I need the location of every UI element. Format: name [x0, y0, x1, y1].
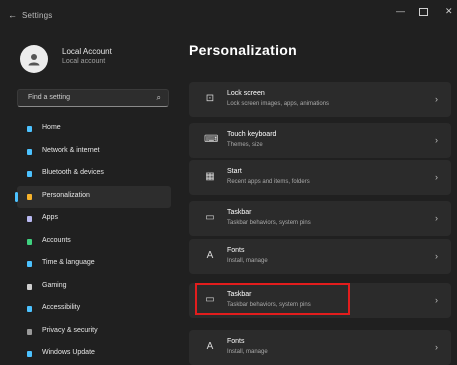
settings-card[interactable]: ⊡ Lock screen Lock screen images, apps, an… [189, 82, 451, 117]
fonts-icon: A [206, 341, 214, 352]
sidebar-item[interactable]: Time & language [17, 253, 171, 275]
sidebar-item-label: Time & language [42, 259, 95, 266]
card-subtitle: Taskbar behaviors, system pins [227, 220, 311, 226]
sidebar-item[interactable]: Network & internet [17, 141, 171, 163]
maximize-icon[interactable] [419, 8, 428, 16]
sidebar-item-icon [27, 351, 32, 357]
user-icon [28, 54, 40, 66]
card-subtitle: Themes, size [227, 142, 263, 148]
sidebar-item[interactable]: Accounts [17, 231, 171, 253]
sidebar-item-label: Personalization [42, 191, 90, 199]
search-input[interactable]: Find a setting ⌕ [17, 89, 169, 107]
close-icon[interactable]: ✕ [445, 6, 453, 16]
chevron-right-icon: › [435, 295, 438, 305]
card-title: Touch keyboard [227, 131, 277, 138]
fonts-icon: A [206, 250, 214, 261]
chevron-right-icon: › [435, 94, 438, 104]
profile-email: Local account [62, 58, 106, 65]
app-title: Settings [22, 11, 53, 20]
sidebar-item-label: Apps [42, 214, 58, 221]
settings-card[interactable]: A Fonts Install, manage › [189, 239, 451, 274]
sidebar-item-icon [27, 306, 32, 312]
sidebar-item-icon [27, 261, 32, 267]
settings-card[interactable]: ▦ Start Recent apps and items, folders › [189, 160, 451, 195]
card-title: Start [227, 168, 242, 175]
lock-screen-icon: ⊡ [205, 93, 215, 104]
sidebar-item-label: Home [42, 124, 61, 131]
search-placeholder: Find a setting [28, 94, 71, 101]
sidebar-item-label: Windows Update [42, 349, 95, 356]
chevron-right-icon: › [435, 135, 438, 145]
chevron-right-icon: › [435, 172, 438, 182]
card-title: Taskbar [227, 209, 252, 216]
sidebar-item-icon [27, 216, 32, 222]
chevron-right-icon: › [435, 251, 438, 261]
title-bar: ← Settings — ✕ [0, 0, 457, 30]
taskbar-icon: ▭ [205, 212, 215, 223]
sidebar-item[interactable]: Personalization [15, 185, 171, 208]
sidebar-item[interactable]: Apps [17, 208, 171, 230]
sidebar-item-label: Accounts [42, 236, 71, 244]
sidebar-item[interactable]: Home [17, 118, 171, 140]
card-title: Fonts [227, 247, 245, 254]
highlight-box [195, 283, 350, 315]
sidebar-item[interactable]: Gaming [17, 276, 171, 298]
card-subtitle: Recent apps and items, folders [227, 179, 310, 185]
card-title: Fonts [227, 338, 245, 345]
sidebar-item-label: Accessibility [42, 304, 81, 311]
sidebar-item[interactable]: Bluetooth & devices [17, 163, 171, 185]
chevron-right-icon: › [435, 342, 438, 352]
chevron-right-icon: › [435, 213, 438, 223]
sidebar-item-icon [27, 148, 32, 155]
sidebar-item-label: Gaming [42, 281, 67, 289]
sidebar-item[interactable]: Accessibility [17, 298, 171, 320]
sidebar-item-icon [27, 193, 32, 200]
sidebar-item-label: Network & internet [42, 146, 100, 154]
sidebar-item-icon [27, 126, 32, 132]
sidebar-item-icon [27, 328, 32, 335]
profile-name: Local Account [62, 47, 112, 56]
sidebar-item-label: Bluetooth & devices [42, 169, 104, 176]
keyboard-icon: ⌨ [204, 134, 219, 145]
start-icon: ▦ [205, 171, 215, 182]
sidebar-item-icon [27, 171, 32, 177]
minimize-icon[interactable]: — [396, 6, 405, 16]
settings-card[interactable]: A Fonts Install, manage › [189, 330, 451, 365]
back-icon[interactable]: ← [8, 11, 18, 20]
card-subtitle: Install, manage [227, 258, 268, 264]
sidebar-item-icon [27, 283, 32, 290]
page-title: Personalization [189, 42, 297, 58]
avatar[interactable] [20, 45, 48, 73]
settings-card[interactable]: ▭ Taskbar Taskbar behaviors, system pins › [189, 201, 451, 236]
sidebar-item[interactable]: Privacy & security [17, 321, 171, 343]
sidebar-item-icon [27, 238, 32, 245]
card-title: Lock screen [227, 90, 265, 97]
card-subtitle: Install, manage [227, 349, 268, 355]
search-icon[interactable]: ⌕ [157, 93, 161, 103]
sidebar-item-label: Privacy & security [42, 326, 98, 334]
card-subtitle: Lock screen images, apps, animations [227, 101, 330, 107]
selected-indicator [15, 191, 18, 202]
settings-card[interactable]: ⌨ Touch keyboard Themes, size › [189, 123, 451, 158]
